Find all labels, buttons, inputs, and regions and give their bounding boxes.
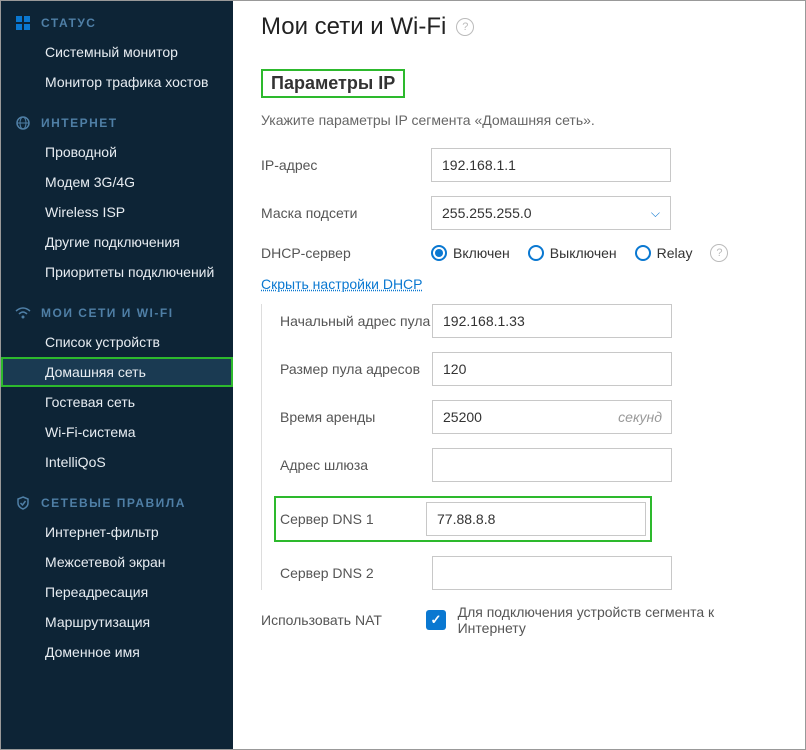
nav-item-other-connections[interactable]: Другие подключения <box>1 227 233 257</box>
nav-header-rules[interactable]: СЕТЕВЫЕ ПРАВИЛА <box>1 489 233 517</box>
nav-header-label: МОИ СЕТИ И WI-FI <box>41 306 174 320</box>
radio-icon <box>635 245 651 261</box>
help-icon[interactable]: ? <box>710 244 728 262</box>
lease-unit: секунд <box>618 409 662 425</box>
radio-label: Выключен <box>550 245 617 261</box>
globe-icon <box>15 115 31 131</box>
nav-section-status: СТАТУС Системный монитор Монитор трафика… <box>1 9 233 97</box>
page-title-text: Мои сети и Wi-Fi <box>261 13 446 41</box>
dashboard-icon <box>15 15 31 31</box>
row-dns2: Сервер DNS 2 <box>280 556 777 590</box>
nav-section-rules: СЕТЕВЫЕ ПРАВИЛА Интернет-фильтр Межсетев… <box>1 489 233 667</box>
select-value: 255.255.255.0 <box>442 205 532 221</box>
row-subnet-mask: Маска подсети 255.255.255.0 ⌵ <box>261 196 777 230</box>
row-gateway: Адрес шлюза <box>280 448 777 482</box>
row-ip-address: IP-адрес <box>261 148 777 182</box>
nav-section-networks: МОИ СЕТИ И WI-FI Список устройств Домашн… <box>1 299 233 477</box>
input-gateway[interactable] <box>432 448 672 482</box>
input-dns1[interactable] <box>426 502 646 536</box>
label-nat: Использовать NAT <box>261 612 426 628</box>
label-dhcp-server: DHCP-сервер <box>261 245 431 261</box>
help-icon[interactable]: ? <box>456 18 474 36</box>
section-desc: Укажите параметры IP сегмента «Домашняя … <box>261 112 777 128</box>
nav-item-modem[interactable]: Модем 3G/4G <box>1 167 233 197</box>
input-pool-start[interactable] <box>432 304 672 338</box>
label-lease-time: Время аренды <box>280 409 432 425</box>
label-gateway: Адрес шлюза <box>280 457 432 473</box>
radio-dhcp-off[interactable]: Выключен <box>528 245 617 261</box>
nav-header-label: ИНТЕРНЕТ <box>41 116 118 130</box>
label-pool-start: Начальный адрес пула <box>280 313 432 329</box>
page-title: Мои сети и Wi-Fi ? <box>261 13 777 41</box>
input-ip-address[interactable] <box>431 148 671 182</box>
nav-item-routing[interactable]: Маршрутизация <box>1 607 233 637</box>
nav-item-wifi-system[interactable]: Wi-Fi-система <box>1 417 233 447</box>
nav-header-networks[interactable]: МОИ СЕТИ И WI-FI <box>1 299 233 327</box>
nav-item-wired[interactable]: Проводной <box>1 137 233 167</box>
dhcp-settings: Начальный адрес пула Размер пула адресов… <box>261 304 777 590</box>
row-dns1: Сервер DNS 1 <box>280 496 777 542</box>
input-pool-size[interactable] <box>432 352 672 386</box>
row-nat: Использовать NAT ✓ Для подключения устро… <box>261 604 777 636</box>
chevron-down-icon: ⌵ <box>651 206 660 221</box>
nav-item-wisp[interactable]: Wireless ISP <box>1 197 233 227</box>
radio-label: Relay <box>657 245 693 261</box>
dhcp-radio-group: Включен Выключен Relay ? <box>431 244 728 262</box>
nav-section-internet: ИНТЕРНЕТ Проводной Модем 3G/4G Wireless … <box>1 109 233 287</box>
dns1-highlight: Сервер DNS 1 <box>274 496 652 542</box>
radio-icon <box>528 245 544 261</box>
nav-item-internet-filter[interactable]: Интернет-фильтр <box>1 517 233 547</box>
label-pool-size: Размер пула адресов <box>280 361 432 377</box>
nav-item-priorities[interactable]: Приоритеты подключений <box>1 257 233 287</box>
nav-item-guest-network[interactable]: Гостевая сеть <box>1 387 233 417</box>
radio-icon <box>431 245 447 261</box>
row-dhcp-server: DHCP-сервер Включен Выключен Relay ? <box>261 244 777 262</box>
main-content: Мои сети и Wi-Fi ? Параметры IP Укажите … <box>233 1 805 749</box>
row-pool-size: Размер пула адресов <box>280 352 777 386</box>
row-lease-time: Время аренды секунд <box>280 400 777 434</box>
label-ip-address: IP-адрес <box>261 157 431 173</box>
nav-item-system-monitor[interactable]: Системный монитор <box>1 37 233 67</box>
input-dns2[interactable] <box>432 556 672 590</box>
label-subnet-mask: Маска подсети <box>261 205 431 221</box>
wifi-icon <box>15 305 31 321</box>
select-subnet-mask[interactable]: 255.255.255.0 ⌵ <box>431 196 671 230</box>
nav-item-devices[interactable]: Список устройств <box>1 327 233 357</box>
nav-header-internet[interactable]: ИНТЕРНЕТ <box>1 109 233 137</box>
radio-dhcp-relay[interactable]: Relay <box>635 245 693 261</box>
link-hide-dhcp[interactable]: Скрыть настройки DHCP <box>261 276 423 292</box>
nav-item-forwarding[interactable]: Переадресация <box>1 577 233 607</box>
nav-item-firewall[interactable]: Межсетевой экран <box>1 547 233 577</box>
sidebar: СТАТУС Системный монитор Монитор трафика… <box>1 1 233 749</box>
nav-item-home-network[interactable]: Домашняя сеть <box>1 357 233 387</box>
radio-dhcp-on[interactable]: Включен <box>431 245 510 261</box>
radio-label: Включен <box>453 245 510 261</box>
label-dns2: Сервер DNS 2 <box>280 565 432 581</box>
label-dns1: Сервер DNS 1 <box>280 511 426 527</box>
nav-header-label: СТАТУС <box>41 16 96 30</box>
nav-item-intelliqos[interactable]: IntelliQoS <box>1 447 233 477</box>
shield-icon <box>15 495 31 511</box>
nav-header-label: СЕТЕВЫЕ ПРАВИЛА <box>41 496 186 510</box>
checkbox-nat[interactable]: ✓ <box>426 610 445 630</box>
nav-header-status[interactable]: СТАТУС <box>1 9 233 37</box>
nav-item-domain-name[interactable]: Доменное имя <box>1 637 233 667</box>
section-title-ip: Параметры IP <box>261 69 405 98</box>
nav-item-traffic-monitor[interactable]: Монитор трафика хостов <box>1 67 233 97</box>
nat-desc: Для подключения устройств сегмента к Инт… <box>458 604 777 636</box>
row-pool-start: Начальный адрес пула <box>280 304 777 338</box>
